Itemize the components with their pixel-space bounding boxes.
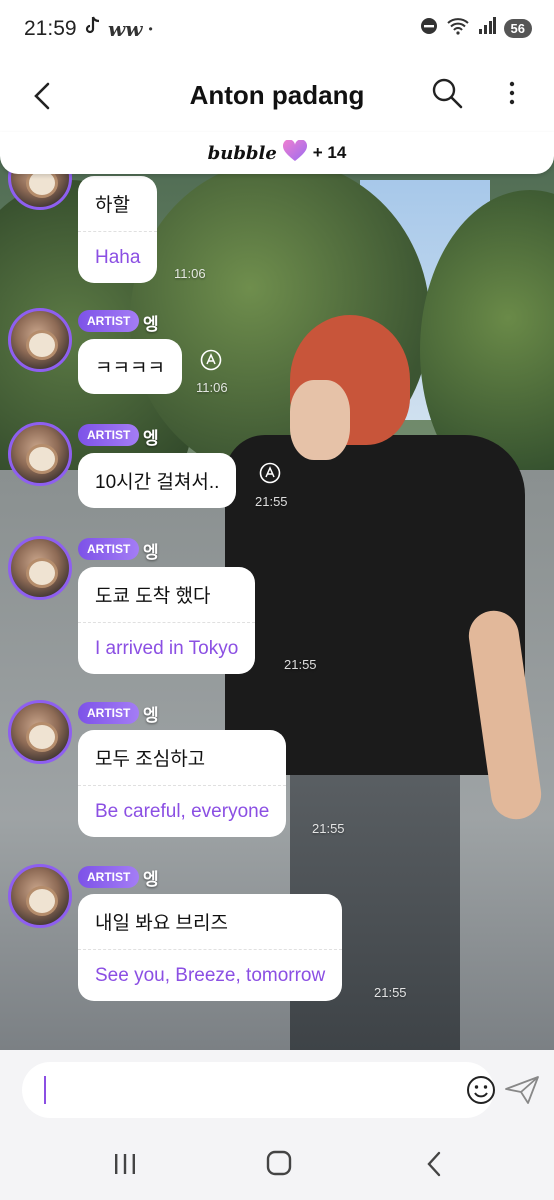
recent-apps-button[interactable] [112, 1152, 138, 1176]
status-time: 21:59 [24, 17, 77, 40]
smiley-icon [467, 1076, 495, 1104]
recent-apps-icon [115, 1154, 135, 1174]
translate-icon[interactable] [259, 462, 281, 484]
emoji-button[interactable] [466, 1075, 496, 1105]
more-vertical-icon [509, 81, 515, 105]
message-text-translation: See you, Breeze, tomorrow [78, 949, 343, 1001]
search-icon [432, 78, 463, 109]
artist-badge: ARTIST [78, 702, 140, 724]
status-bar: 21:59 ww • 56 [0, 0, 554, 60]
artist-badge: ARTIST [78, 424, 140, 446]
system-back-button[interactable] [424, 1150, 444, 1178]
message-bubble[interactable]: 하할 Haha [78, 176, 158, 283]
signal-icon [478, 17, 496, 40]
message-text-korean: 10시간 걸쳐서.. [95, 472, 220, 493]
search-button[interactable] [430, 76, 464, 110]
message-time: 21:55 [284, 657, 317, 672]
send-icon [505, 1076, 539, 1104]
avatar[interactable] [8, 422, 72, 486]
message-bubble[interactable]: 10시간 걸쳐서.. [78, 453, 237, 508]
message-time: 11:06 [196, 380, 228, 395]
system-nav-bar [0, 1130, 554, 1200]
bg-person-face [290, 380, 350, 460]
battery-indicator: 56 [503, 19, 532, 38]
bg-person-shirt [225, 435, 525, 775]
send-button[interactable] [504, 1075, 540, 1105]
back-arrow-icon [427, 1151, 441, 1177]
artist-badge: ARTIST [78, 538, 140, 560]
message-text-translation: Be careful, everyone [78, 785, 287, 837]
message-bubble[interactable]: 내일 봐요 브리즈 See you, Breeze, tomorrow [78, 894, 343, 1001]
message-time: 21:55 [374, 985, 407, 1000]
artist-badge: ARTIST [78, 310, 140, 332]
dnd-icon [420, 17, 438, 40]
message-time: 11:06 [174, 266, 206, 281]
avatar[interactable] [8, 308, 72, 372]
message-text-korean: 도쿄 도착 했다 [95, 586, 211, 607]
message-text-korean: 하할 [95, 195, 130, 216]
home-icon [266, 1150, 292, 1176]
avatar[interactable] [8, 700, 72, 764]
text-caret [44, 1076, 46, 1104]
tiktok-icon [84, 16, 102, 42]
message-text-korean: 내일 봐요 브리즈 [95, 913, 228, 934]
heart-icon [282, 138, 307, 167]
message-bubble[interactable]: ㅋㅋㅋㅋ [78, 339, 182, 394]
app-label-ww: ww [108, 17, 143, 41]
more-options-button[interactable] [500, 76, 524, 110]
bubble-subscription-bar[interactable]: bubble + 14 [0, 132, 554, 174]
wifi-icon [446, 17, 470, 40]
chat-header: Anton padang [0, 60, 554, 140]
bubble-count: + 14 [312, 143, 347, 162]
translate-icon[interactable] [200, 349, 222, 371]
message-text-translation: I arrived in Tokyo [78, 622, 256, 674]
status-dot: • [148, 22, 153, 36]
message-input[interactable] [22, 1062, 496, 1118]
chat-title: Anton padang [189, 80, 365, 110]
message-input-bar [0, 1050, 554, 1130]
message-bubble[interactable]: 모두 조심하고 Be careful, everyone [78, 730, 287, 837]
home-button[interactable] [266, 1150, 292, 1176]
message-time: 21:55 [312, 821, 345, 836]
bubble-logo: bubble [207, 142, 277, 164]
avatar[interactable] [8, 536, 72, 600]
message-text-translation: Haha [78, 231, 158, 283]
artist-badge: ARTIST [78, 866, 140, 888]
message-text-korean: ㅋㅋㅋㅋ [95, 358, 165, 379]
message-time: 21:55 [255, 494, 288, 509]
message-bubble[interactable]: 도쿄 도착 했다 I arrived in Tokyo [78, 567, 256, 674]
status-right: 56 [420, 17, 532, 40]
status-app-icons: ww • [84, 16, 153, 42]
avatar[interactable] [8, 864, 72, 928]
message-text-korean: 모두 조심하고 [95, 749, 206, 770]
